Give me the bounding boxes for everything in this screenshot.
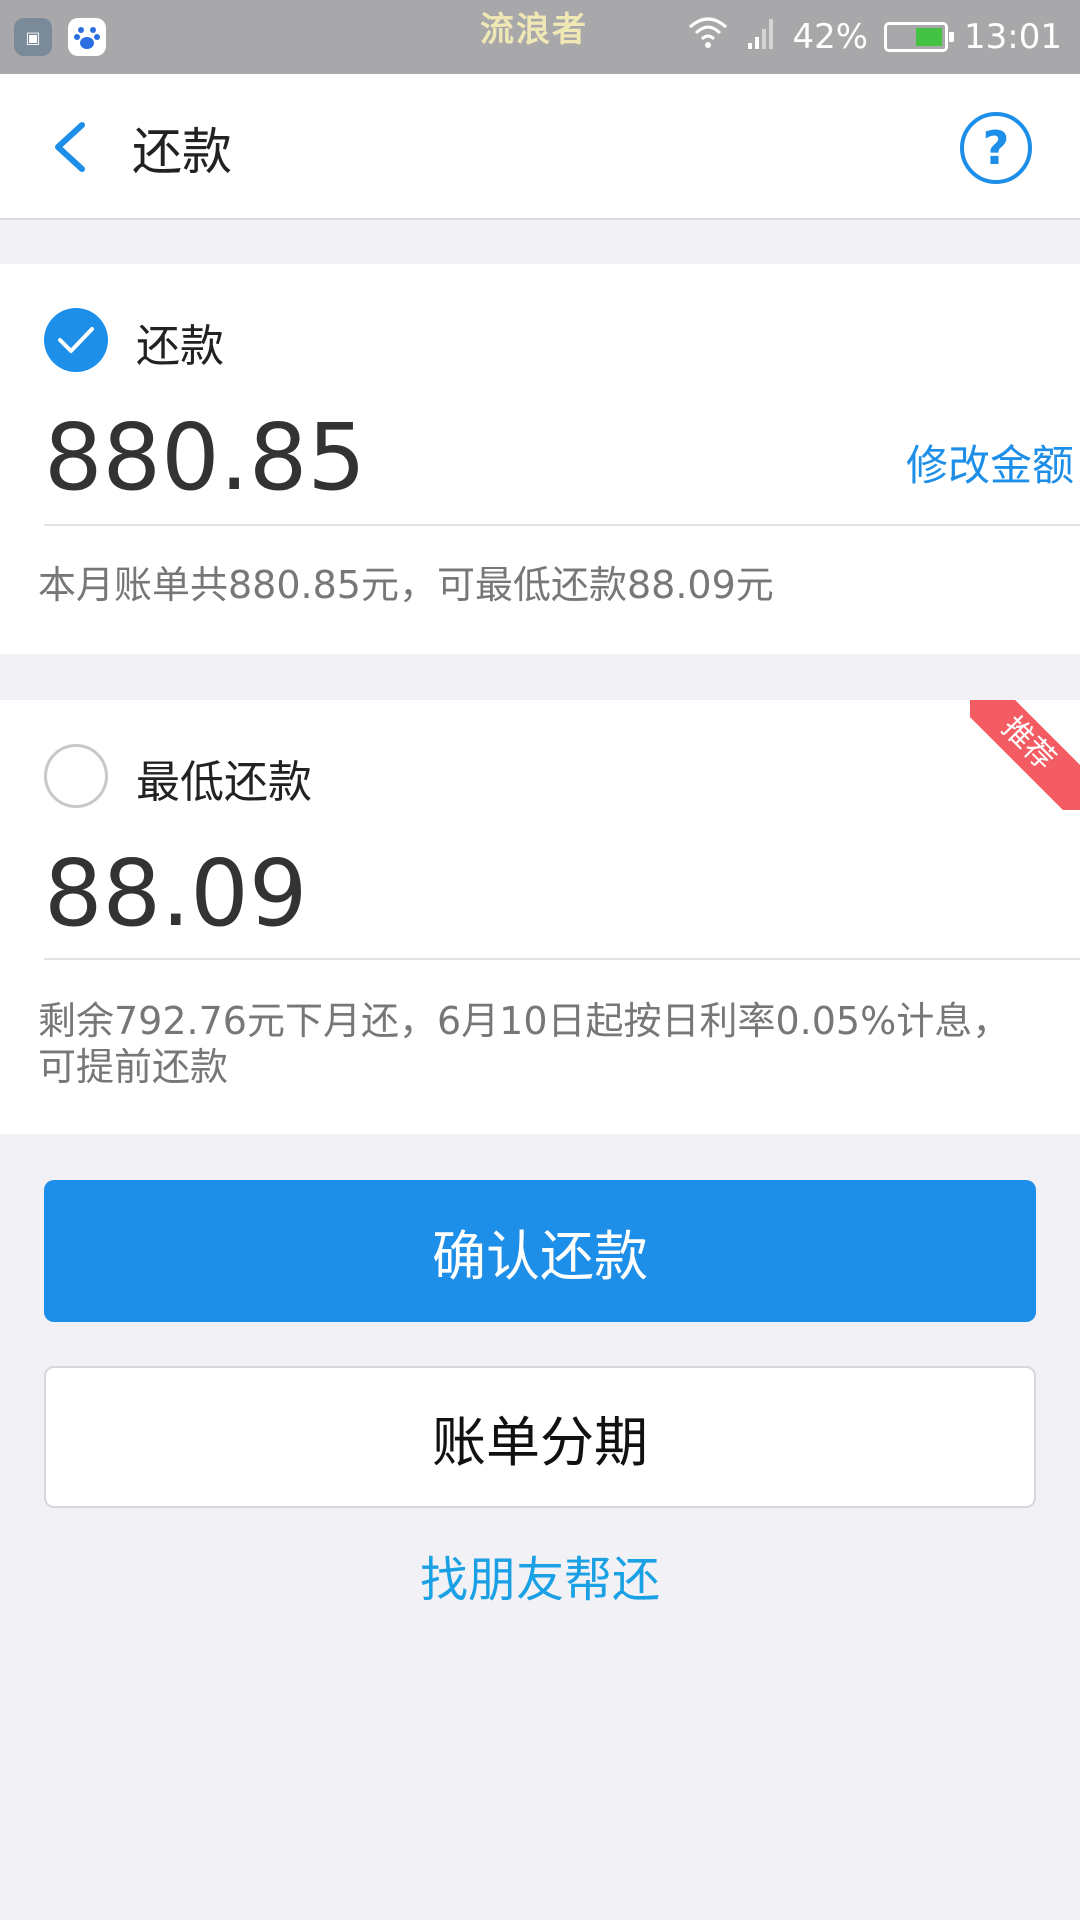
minimum-repayment-label: 最低还款 bbox=[136, 757, 312, 808]
ask-friend-link[interactable]: 找朋友帮还 bbox=[0, 1540, 1080, 1610]
edit-amount-link[interactable]: 修改金额 bbox=[906, 432, 1074, 493]
battery-icon bbox=[884, 22, 955, 52]
screenshot-app-icon: ▣ bbox=[14, 18, 52, 56]
clock: 13:01 bbox=[964, 17, 1062, 57]
full-repayment-radio[interactable] bbox=[44, 308, 108, 372]
divider bbox=[44, 524, 1080, 526]
recommend-badge: 推荐 bbox=[970, 700, 1080, 810]
confirm-repayment-button[interactable]: 确认还款 bbox=[44, 1180, 1036, 1322]
help-button[interactable]: ? bbox=[960, 112, 1032, 184]
full-repayment-label: 还款 bbox=[136, 321, 224, 372]
full-repayment-amount: 880.85 bbox=[44, 404, 366, 511]
checkmark-icon bbox=[58, 327, 94, 353]
wifi-icon bbox=[686, 15, 730, 60]
full-repayment-option[interactable]: 还款 880.85 修改金额 本月账单共880.85元，可最低还款88.09元 bbox=[0, 264, 1080, 654]
full-repayment-note: 本月账单共880.85元，可最低还款88.09元 bbox=[38, 563, 774, 607]
status-bar: ▣ 流浪者 42% 13:01 bbox=[0, 0, 1080, 74]
divider bbox=[44, 958, 1080, 960]
page-title: 还款 bbox=[132, 123, 232, 181]
minimum-repayment-option[interactable]: 推荐 最低还款 88.09 剩余792.76元下月还，6月10日起按日利率0.0… bbox=[0, 700, 1080, 1134]
battery-percent: 42% bbox=[792, 17, 869, 57]
chevron-left-icon bbox=[55, 122, 85, 172]
bill-installment-button[interactable]: 账单分期 bbox=[44, 1366, 1036, 1508]
minimum-repayment-amount: 88.09 bbox=[44, 840, 308, 947]
recommend-badge-label: 推荐 bbox=[970, 700, 1080, 810]
app-header: 还款 ? bbox=[0, 74, 1080, 220]
minimum-repayment-radio[interactable] bbox=[44, 744, 108, 808]
back-button[interactable] bbox=[40, 114, 100, 180]
minimum-repayment-note: 剩余792.76元下月还，6月10日起按日利率0.05%计息，可提前还款 bbox=[38, 999, 1011, 1089]
baidu-paw-icon bbox=[68, 18, 106, 56]
signal-icon bbox=[746, 15, 776, 60]
question-mark-icon: ? bbox=[982, 121, 1010, 175]
status-notification-text: 流浪者 bbox=[480, 10, 588, 50]
